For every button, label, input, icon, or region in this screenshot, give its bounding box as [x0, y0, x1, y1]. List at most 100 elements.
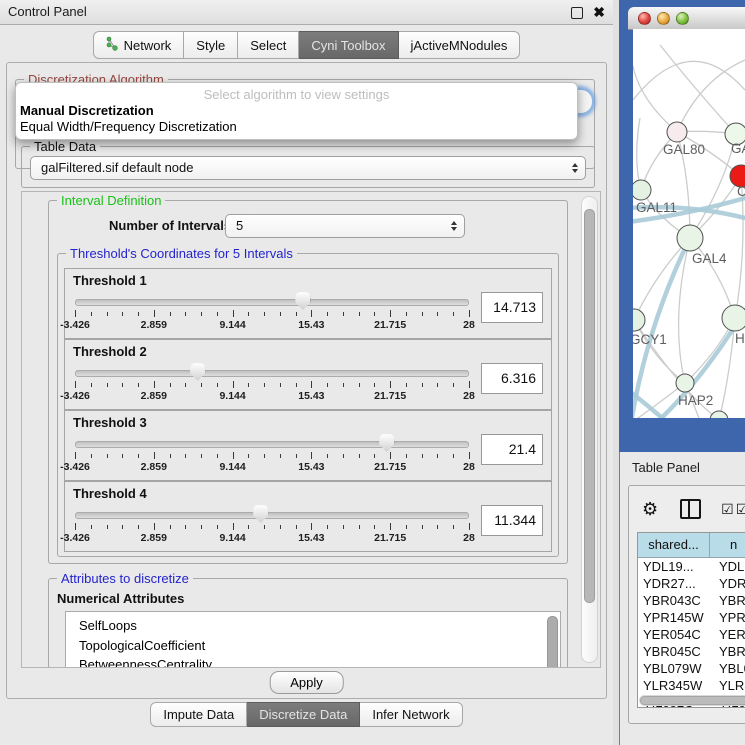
minimize-traffic-light-icon[interactable] — [657, 12, 670, 25]
tick-label: 15.43 — [298, 461, 324, 473]
algorithm-option-manual-discretization[interactable]: Manual Discretization — [16, 102, 577, 118]
slider-tick — [154, 310, 155, 317]
cell-shared-name: YBR043C — [638, 592, 715, 609]
slider-tick — [406, 383, 407, 387]
slider-tick — [185, 525, 186, 529]
list-scrollbar[interactable] — [547, 616, 558, 668]
algorithm-option-equal-width-frequency-discretization[interactable]: Equal Width/Frequency Discretization — [16, 118, 577, 134]
cell-name: YBL0 — [715, 660, 745, 677]
gear-icon[interactable]: ⚙ — [642, 500, 658, 518]
threshold-value-field[interactable]: 11.344 — [481, 505, 543, 536]
threshold-slider[interactable]: -3.4262.8599.14415.4321.71528 — [75, 361, 469, 407]
slider-tick — [138, 383, 139, 387]
table-row[interactable]: YDR27...YDR2 — [638, 575, 745, 592]
table-row[interactable]: YBL079WYBL0 — [638, 660, 745, 677]
cell-name: YDR2 — [715, 575, 745, 592]
vertical-scrollbar-track[interactable] — [581, 196, 598, 663]
table-header-row: shared... n — [638, 533, 745, 558]
table-row[interactable]: YLR345WYLR3 — [638, 677, 745, 694]
threshold-value-field[interactable]: 21.4 — [481, 434, 543, 465]
slider-tick — [327, 454, 328, 458]
node-table: shared... n YDL19...YDL1YDR27...YDR2YBR0… — [637, 532, 745, 708]
tab-discretize-data[interactable]: Discretize Data — [247, 702, 360, 727]
apply-button[interactable]: Apply — [269, 671, 344, 694]
attribute-list-item[interactable]: BetweennessCentrality — [66, 655, 560, 668]
slider-handle[interactable] — [253, 505, 268, 523]
tab-cyni-toolbox[interactable]: Cyni Toolbox — [299, 31, 398, 59]
horizontal-scrollbar-thumb[interactable] — [640, 696, 745, 705]
slider-tick — [264, 383, 265, 387]
bottom-tab-bar: Impute Data Discretize Data Infer Network — [0, 702, 613, 727]
vertical-scrollbar-thumb[interactable] — [584, 209, 595, 603]
attribute-list-item[interactable]: TopologicalCoefficient — [66, 636, 560, 656]
threshold-label: Threshold 3 — [73, 415, 147, 430]
slider-tick — [374, 312, 375, 316]
table-row[interactable]: YPR145WYPR1 — [638, 609, 745, 626]
threshold-slider[interactable]: -3.4262.8599.14415.4321.71528 — [75, 290, 469, 336]
checkbox-icon[interactable]: ☑ — [721, 501, 734, 518]
close-icon[interactable]: ✖ — [593, 3, 605, 21]
threshold-value-field[interactable]: 14.713 — [481, 292, 543, 323]
attribute-list-item[interactable]: SelfLoops — [66, 616, 560, 636]
network-window-titlebar[interactable] — [628, 7, 745, 30]
slider-tick — [154, 381, 155, 388]
tab-style[interactable]: Style — [184, 31, 238, 59]
column-header-name[interactable]: n — [710, 533, 745, 557]
slider-handle[interactable] — [379, 434, 394, 452]
network-node[interactable] — [633, 309, 645, 331]
slider-tick — [122, 454, 123, 458]
slider-tick — [327, 383, 328, 387]
tab-label: jActiveMNodules — [411, 38, 508, 53]
table-row[interactable]: YBR043CYBR0 — [638, 592, 745, 609]
tab-jactivemnodules[interactable]: jActiveMNodules — [399, 31, 521, 59]
slider-tick — [406, 312, 407, 316]
slider-tick — [154, 452, 155, 459]
tick-label: 21.715 — [374, 319, 406, 331]
horizontal-scrollbar-track[interactable] — [639, 695, 745, 706]
tab-infer-network[interactable]: Infer Network — [360, 702, 462, 727]
tab-select[interactable]: Select — [238, 31, 299, 59]
network-node[interactable] — [710, 411, 728, 418]
table-row[interactable]: YBR045CYBR0 — [638, 643, 745, 660]
float-icon[interactable] — [571, 7, 583, 19]
network-node[interactable] — [676, 374, 694, 392]
threshold-label: Threshold 4 — [73, 486, 147, 501]
cell-shared-name: YBR045C — [638, 643, 715, 660]
network-canvas[interactable]: GAL80GACGAL11GAL4GCY1HHAP2 — [633, 29, 745, 418]
table-row[interactable]: YDL19...YDL1 — [638, 558, 745, 575]
network-node[interactable] — [667, 122, 687, 142]
checkbox-icon[interactable]: ☑ — [736, 501, 745, 518]
number-of-intervals-combobox[interactable]: 5 — [225, 214, 465, 238]
attributes-title: Attributes to discretize — [57, 571, 193, 586]
slider-tick — [422, 383, 423, 387]
table-row[interactable]: YER054CYER0 — [638, 626, 745, 643]
slider-tick — [280, 383, 281, 387]
attributes-listbox[interactable]: SelfLoopsTopologicalCoefficientBetweenne… — [65, 611, 561, 668]
network-node[interactable] — [633, 180, 651, 200]
close-traffic-light-icon[interactable] — [638, 12, 651, 25]
tab-label: Discretize Data — [259, 707, 347, 722]
slider-tick — [422, 312, 423, 316]
slider-tick — [138, 525, 139, 529]
tab-label: Cyni Toolbox — [311, 38, 385, 53]
slider-tick — [122, 312, 123, 316]
network-node[interactable] — [722, 305, 745, 331]
network-node[interactable] — [677, 225, 703, 251]
table-data-combobox[interactable]: galFiltered.sif default node — [30, 156, 586, 180]
slider-handle[interactable] — [295, 292, 310, 310]
tick-label: 21.715 — [374, 532, 406, 544]
slider-tick — [170, 312, 171, 316]
slider-tick — [75, 381, 76, 388]
column-header-shared-name[interactable]: shared... — [638, 533, 710, 557]
zoom-traffic-light-icon[interactable] — [676, 12, 689, 25]
tab-impute-data[interactable]: Impute Data — [150, 702, 247, 727]
threshold-value-field[interactable]: 6.316 — [481, 363, 543, 394]
tab-network[interactable]: Network — [93, 31, 185, 59]
tick-label: 2.859 — [141, 532, 167, 544]
slider-tick — [154, 523, 155, 530]
slider-handle[interactable] — [190, 363, 205, 381]
network-node-label: H — [735, 331, 745, 346]
split-view-icon[interactable] — [680, 499, 701, 519]
threshold-slider[interactable]: -3.4262.8599.14415.4321.71528 — [75, 432, 469, 478]
threshold-slider[interactable]: -3.4262.8599.14415.4321.71528 — [75, 503, 469, 549]
